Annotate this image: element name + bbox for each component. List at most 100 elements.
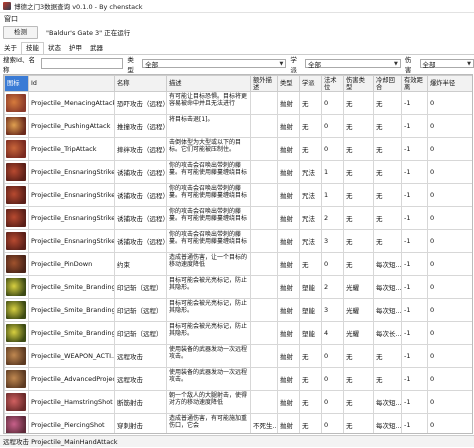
damage-select[interactable]: 全部 ▼ — [419, 59, 474, 69]
chevron-down-icon: ▼ — [467, 60, 471, 67]
cooldown-cell: 无 — [373, 367, 402, 391]
menu-window[interactable]: 窗口 — [0, 14, 22, 24]
tab-weapons[interactable]: 武器 — [86, 43, 107, 54]
skill-icon — [6, 416, 26, 433]
detect-button[interactable]: 检测 — [3, 25, 38, 39]
range-cell: -1 — [401, 160, 428, 184]
school-cell: 咒法 — [299, 206, 322, 230]
skill-icon — [6, 301, 26, 319]
skill-id-cell: Projectile_WEAPON_ACTI... — [28, 344, 115, 368]
table-row[interactable]: Projectile_PushingAttack 推撞攻击（远程） 将目标击退[1]… — [4, 114, 472, 138]
skill-id-cell: Projectile_EnsnaringStrike — [28, 160, 115, 184]
table-row[interactable]: Projectile_HamstringShot 断筋射击 朝一个敌人的大腿射击，使… — [4, 390, 472, 414]
skill-icon — [6, 209, 26, 227]
skill-name-cell: 约束 — [114, 252, 167, 276]
table-row[interactable]: Projectile_Smite_Branding_3 印记斩（远程） 目标可能会被… — [4, 298, 472, 322]
damage-type-cell: 光耀 — [343, 298, 374, 322]
radius-cell: 0 — [427, 252, 472, 276]
column-header-range[interactable]: 有效距离 — [401, 75, 428, 92]
column-header-spell-slot[interactable]: 法术位 — [321, 75, 344, 92]
tab-about[interactable]: 关于 — [0, 43, 21, 54]
table-row[interactable]: Projectile_PinDown 约束 造成普通伤害，让一个目标的移动速度降低 抛… — [4, 252, 472, 276]
tab-skills[interactable]: 技能 — [21, 42, 44, 54]
cooldown-cell: 无 — [373, 183, 402, 207]
damage-type-cell: 无 — [343, 183, 374, 207]
column-header-id[interactable]: Id — [28, 75, 115, 92]
table-row[interactable]: Projectile_Smite_Branding_...印记斩（远程）目标可能… — [4, 321, 472, 345]
skill-id-cell: Projectile_EnsnaringStrike_... — [28, 183, 115, 207]
range-cell: -1 — [401, 114, 428, 138]
spell-slot-cell: 0 — [321, 344, 344, 368]
column-header-extra-description[interactable]: 额外描述 — [250, 75, 278, 92]
column-header-school[interactable]: 学派 — [299, 75, 322, 92]
range-cell: -1 — [401, 252, 428, 276]
skill-name-cell: 摔绊攻击（远程） — [114, 137, 167, 161]
school-cell: 塑能 — [299, 275, 322, 299]
damage-type-cell: 无 — [343, 390, 374, 414]
extra-description-cell — [250, 229, 278, 253]
table-row[interactable]: Projectile_EnsnaringStrike_...诱捕攻击（远程）你的… — [4, 183, 472, 207]
range-cell: -1 — [401, 137, 428, 161]
skill-type-cell: 抛射 — [277, 252, 300, 276]
skill-type-cell: 抛射 — [277, 321, 300, 345]
search-input[interactable] — [40, 58, 124, 69]
skill-id-cell: Projectile_HamstringShot — [28, 390, 115, 414]
table-row[interactable]: Projectile_AdvancedProjec... 远程攻击 使用装备的武器发… — [4, 367, 472, 391]
table-row[interactable]: Projectile_EnsnaringStrike_3 诱捕攻击（远程） 你的攻击… — [4, 229, 472, 253]
school-select[interactable]: 全部 ▼ — [305, 59, 401, 69]
skill-description-cell: 目标可能会被光亮标记，防止其隐形。 — [166, 298, 251, 322]
skill-description-cell: 你的攻击会召唤出带刺的藤蔓。有可能使用藤蔓缠绕目标 — [166, 206, 251, 230]
column-header-icon[interactable]: 图标 — [4, 75, 29, 92]
spell-slot-cell: 1 — [321, 183, 344, 207]
radius-cell: 0 — [427, 137, 472, 161]
damage-type-cell: 无 — [343, 252, 374, 276]
column-header-type[interactable]: 类型 — [277, 75, 300, 92]
skills-table[interactable]: 图标 Id 名称 描述 额外描述 类型 学派 法术位 伤害类型 冷却回合 有效距… — [3, 74, 473, 434]
cooldown-cell: 每次长... — [373, 321, 402, 345]
spell-slot-cell: 2 — [321, 275, 344, 299]
skill-icon — [6, 140, 26, 158]
range-cell: -1 — [401, 298, 428, 322]
tab-status[interactable]: 状态 — [44, 43, 65, 54]
table-row[interactable]: Projectile_MenacingAttack 恐吓攻击（远程） 有可能让目标恐… — [4, 91, 472, 115]
filter-bar: 搜索Id、名称 类型 全部 ▼ 学派 全部 ▼ 伤害 全部 ▼ — [0, 56, 474, 74]
column-header-cooldown[interactable]: 冷却回合 — [373, 75, 402, 92]
column-header-damage-type[interactable]: 伤害类型 — [343, 75, 374, 92]
table-row[interactable]: Projectile_Smite_Branding 印记斩（远程） 目标可能会被光亮… — [4, 275, 472, 299]
range-cell: -1 — [401, 275, 428, 299]
damage-label: 伤害 — [404, 55, 412, 74]
type-select[interactable]: 全部 ▼ — [142, 59, 287, 69]
table-row[interactable]: Projectile_EnsnaringStrike 诱捕攻击（远程） 你的攻击会召… — [4, 160, 472, 184]
cooldown-cell: 每次短... — [373, 275, 402, 299]
skill-id-cell: Projectile_Smite_Branding_... — [28, 321, 115, 345]
skill-type-cell: 抛射 — [277, 114, 300, 138]
cooldown-cell: 每次短... — [373, 298, 402, 322]
skill-description-cell: 你的攻击会召唤出带刺的藤蔓。有可能使用藤蔓缠绕目标 — [166, 160, 251, 184]
spell-slot-cell: 0 — [321, 390, 344, 414]
radius-cell: 0 — [427, 321, 472, 345]
radius-cell: 0 — [427, 183, 472, 207]
column-header-name[interactable]: 名称 — [114, 75, 167, 92]
table-row[interactable]: Projectile_PiercingShot 穿刺射击 造成普通伤害，有可能施加重… — [4, 413, 472, 433]
spell-slot-cell: 3 — [321, 229, 344, 253]
skill-type-cell: 抛射 — [277, 298, 300, 322]
damage-type-cell: 无 — [343, 367, 374, 391]
skill-icon-cell — [4, 390, 29, 414]
extra-description-cell — [250, 367, 278, 391]
range-cell: -1 — [401, 367, 428, 391]
table-row[interactable]: Projectile_WEAPON_ACTI... 远程攻击 使用装备的武器发动一次… — [4, 344, 472, 368]
skill-icon-cell — [4, 91, 29, 115]
skill-icon — [6, 393, 26, 411]
column-header-description[interactable]: 描述 — [166, 75, 251, 92]
skill-name-cell: 远程攻击 — [114, 344, 167, 368]
school-cell: 无 — [299, 91, 322, 115]
menu-bar: 窗口 — [0, 13, 474, 24]
radius-cell: 0 — [427, 367, 472, 391]
table-row[interactable]: Projectile_EnsnaringStrike_2 诱捕攻击（远程） 你的攻击… — [4, 206, 472, 230]
column-header-radius[interactable]: 爆炸半径 — [427, 75, 472, 92]
extra-description-cell — [250, 91, 278, 115]
tab-armor[interactable]: 护甲 — [65, 43, 86, 54]
table-row[interactable]: Projectile_TripAttack 摔绊攻击（远程） 击倒体型为大型或以下的… — [4, 137, 472, 161]
damage-type-cell: 无 — [343, 206, 374, 230]
cooldown-cell: 无 — [373, 91, 402, 115]
